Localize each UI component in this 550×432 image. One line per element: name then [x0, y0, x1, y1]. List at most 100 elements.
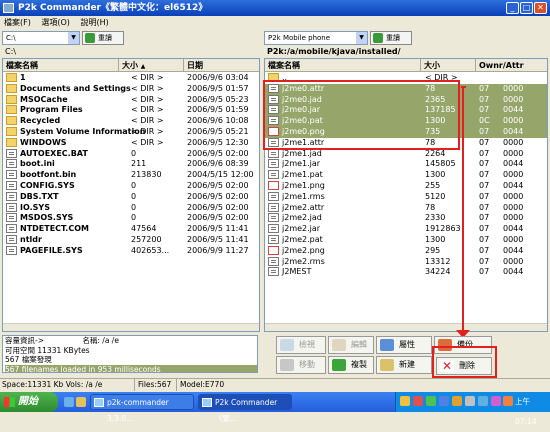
table-row[interactable]: IO.SYS 0 2006/9/5 02:00 — [3, 202, 259, 214]
windows-logo-icon — [4, 397, 15, 407]
file-size: < DIR > — [131, 73, 164, 82]
table-row[interactable]: Program Files < DIR > 2006/9/5 01:59 — [3, 105, 259, 116]
table-row[interactable]: j2me1.pat 1300 07 0000 — [265, 170, 547, 181]
file-icon — [268, 235, 279, 244]
tray-icon[interactable] — [465, 396, 475, 406]
table-row[interactable]: NTDETECT.COM 47564 2006/9/5 11:41 — [3, 224, 259, 235]
tray-icon[interactable] — [452, 396, 462, 406]
status-files: Files:567 — [134, 379, 171, 391]
file-name: j2me1.pat — [282, 170, 323, 180]
table-row[interactable]: 1 < DIR > 2006/9/6 03:04 — [3, 73, 259, 84]
file-size: 295 — [425, 245, 441, 255]
file-size: 5120 — [425, 191, 446, 201]
window-icon — [94, 398, 104, 407]
table-row[interactable]: j2me1.jar 145805 07 0044 — [265, 159, 547, 170]
table-row[interactable]: MSDOS.SYS 0 2006/9/5 02:00 — [3, 213, 259, 224]
tray-icon[interactable] — [426, 396, 436, 406]
info-line-capacity: 容量資訊-> 名稱: /a /e — [5, 336, 119, 345]
tray-icon[interactable] — [413, 396, 423, 406]
left-col-name[interactable]: 檔案名稱 — [3, 59, 119, 72]
table-row[interactable]: PAGEFILE.SYS 402653... 2006/9/9 11:27 — [3, 245, 259, 257]
file-owner: 07 — [479, 159, 490, 169]
table-row[interactable]: bootfont.bin 213830 2004/5/15 12:00 — [3, 170, 259, 181]
file-name: j2me1.png — [282, 181, 325, 190]
file-size: 0 — [131, 148, 137, 158]
file-name: Recycled — [20, 116, 61, 126]
table-row[interactable]: Recycled < DIR > 2006/9/6 10:08 — [3, 116, 259, 127]
table-row[interactable]: j2me1.jad 2264 07 0000 — [265, 148, 547, 160]
table-row[interactable]: WINDOWS < DIR > 2006/9/5 12:30 — [3, 137, 259, 149]
table-row[interactable]: j2me2.png 295 07 0044 — [265, 245, 547, 257]
move-button[interactable]: 移動 — [276, 356, 326, 374]
left-hscrollbar[interactable] — [3, 323, 259, 331]
start-button[interactable]: 開始 — [0, 392, 58, 412]
left-refresh-button[interactable]: 重讀 — [82, 31, 124, 45]
image-file-icon — [268, 181, 279, 190]
menu-file[interactable]: 檔案(F) — [0, 18, 35, 27]
maximize-button[interactable]: □ — [520, 2, 533, 14]
attributes-button[interactable]: 屬性 — [376, 336, 432, 354]
table-row[interactable]: j2me2.jad 2330 07 0000 — [265, 213, 547, 224]
folder-icon — [6, 94, 17, 104]
minimize-button[interactable]: _ — [506, 2, 519, 14]
right-col-name[interactable]: 檔案名稱 — [265, 59, 421, 72]
table-row[interactable]: MSOCache < DIR > 2006/9/5 05:23 — [3, 94, 259, 106]
menu-options[interactable]: 選項(O) — [37, 18, 74, 27]
table-row[interactable]: ntldr 257200 2006/9/5 11:41 — [3, 235, 259, 246]
table-row[interactable]: j2me1.rms 5120 07 0000 — [265, 191, 547, 203]
table-row[interactable]: CONFIG.SYS 0 2006/9/5 02:00 — [3, 181, 259, 192]
status-model: Model:E770 — [176, 379, 224, 391]
file-size: 213830 — [131, 170, 162, 180]
right-path: P2k:/a/mobile/kjava/installed/ — [264, 46, 548, 57]
view-button[interactable]: 檢視 — [276, 336, 326, 354]
table-row[interactable]: j2me2.pat 1300 07 0000 — [265, 235, 547, 246]
left-file-panel[interactable]: 檔案名稱 大小 ▲ 日期 1 < DIR >2006/9/6 03:04 Docum… — [2, 58, 260, 332]
file-size: 211 — [131, 159, 147, 169]
file-attr: 0000 — [503, 256, 524, 266]
table-row[interactable]: System Volume Information < DIR > 2006/9/5… — [3, 127, 259, 138]
quicklaunch-icon[interactable] — [64, 397, 74, 407]
new-button[interactable]: 新建 — [376, 356, 432, 374]
right-col-attr[interactable]: Ownr/Attr — [476, 59, 547, 72]
table-row[interactable]: j2me2.rms 13312 07 0000 — [265, 256, 547, 268]
tray-icon[interactable] — [439, 396, 449, 406]
tray-icon[interactable] — [400, 396, 410, 406]
left-col-size[interactable]: 大小 ▲ — [119, 59, 184, 72]
table-row[interactable]: boot.ini 211 2006/9/6 08:39 — [3, 159, 259, 170]
tray-icon[interactable] — [478, 396, 488, 406]
edit-button[interactable]: 編輯 — [328, 336, 374, 354]
right-hscrollbar[interactable] — [265, 323, 547, 331]
table-row[interactable]: Documents and Settings < DIR > 2006/9/5 01… — [3, 83, 259, 95]
file-name: 1 — [20, 73, 26, 82]
tray-icon[interactable] — [491, 396, 501, 406]
file-owner: 07 — [479, 224, 490, 234]
table-row[interactable]: j2me2.jar 1912863 07 0044 — [265, 224, 547, 235]
right-refresh-button[interactable]: 重讀 — [370, 31, 412, 45]
right-drive-select[interactable]: P2k Mobile phone ▼ — [264, 31, 368, 45]
tray-icon[interactable] — [503, 396, 513, 406]
table-row[interactable]: DBS.TXT 0 2006/9/5 02:00 — [3, 191, 259, 203]
file-owner: 07 — [479, 267, 490, 277]
app-icon — [3, 3, 14, 13]
clock: 上午 07:14 — [515, 397, 537, 426]
close-button[interactable]: ✕ — [534, 2, 547, 14]
file-name: CONFIG.SYS — [20, 181, 75, 190]
table-row[interactable]: AUTOEXEC.BAT 0 2006/9/5 02:00 — [3, 148, 259, 160]
menu-help[interactable]: 說明(H) — [76, 18, 112, 27]
file-name: j2me2.jar — [282, 224, 321, 234]
right-col-size[interactable]: 大小 — [421, 59, 476, 72]
table-row[interactable]: J2MEST 34224 07 0044 — [265, 267, 547, 278]
taskbar-item-p2k-commander[interactable]: P2k Commander《繁... — [198, 394, 292, 423]
copy-button[interactable]: 複製 — [328, 356, 374, 374]
table-row[interactable]: j2me1.png 255 07 0044 — [265, 181, 547, 192]
status-bar: Space:11331 Kb Vols: /a /e Files:567 Mod… — [0, 378, 550, 391]
info-line-free: 可用空間 11331 KBytes — [5, 345, 90, 355]
window-icon — [202, 398, 212, 407]
file-attr: 0000 — [503, 148, 524, 158]
left-col-date[interactable]: 日期 — [184, 59, 259, 72]
file-icon — [6, 159, 17, 169]
quicklaunch-icon[interactable] — [76, 397, 86, 407]
table-row[interactable]: j2me2.attr 78 07 0000 — [265, 202, 547, 214]
left-drive-select[interactable]: C:\ ▼ — [2, 31, 80, 45]
taskbar-item-p2k-explorer[interactable]: p2k-commander 3.3.0... — [90, 394, 194, 423]
